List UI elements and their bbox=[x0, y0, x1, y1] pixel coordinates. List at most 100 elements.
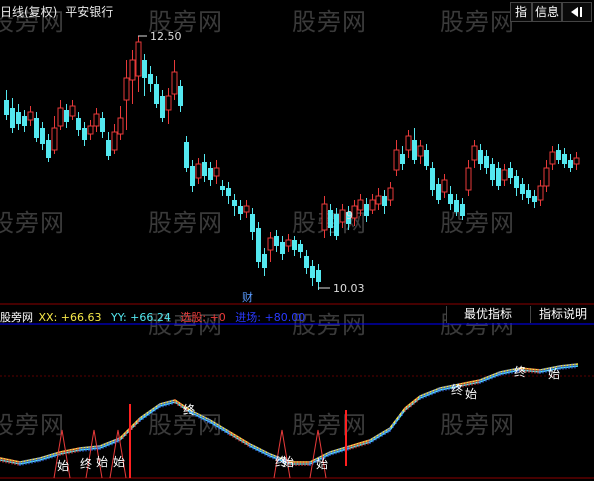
candle-body bbox=[243, 205, 250, 213]
explain-label: 指标说明 bbox=[538, 307, 587, 321]
candle-body bbox=[184, 142, 189, 168]
candle-body bbox=[213, 167, 220, 177]
candle-body bbox=[262, 254, 267, 268]
candle-body bbox=[106, 140, 111, 156]
signal-start-label: 始 bbox=[96, 455, 108, 469]
candle-body bbox=[387, 187, 394, 201]
candle-body bbox=[543, 167, 550, 187]
candle-body bbox=[100, 118, 105, 132]
candle-body bbox=[117, 117, 124, 135]
candle-body bbox=[135, 41, 142, 77]
candle-body bbox=[537, 185, 544, 201]
candle-body bbox=[57, 107, 64, 127]
candle-body bbox=[369, 199, 376, 211]
candle-body bbox=[316, 270, 321, 282]
optimize-label: 最优指标 bbox=[463, 307, 512, 321]
candle-body bbox=[171, 71, 178, 95]
kline-chart[interactable]: 12.50 10.03 9 财 始终始始终终始 始终 始终始 bbox=[0, 0, 594, 481]
signal-start-label: 始 bbox=[282, 455, 294, 469]
candle-body bbox=[328, 210, 333, 228]
candle-body bbox=[129, 59, 136, 81]
signal-start-label: 始 bbox=[548, 367, 560, 381]
candle-body bbox=[484, 156, 489, 168]
candle-body bbox=[496, 168, 501, 186]
candle-body bbox=[334, 214, 339, 236]
candle-body bbox=[208, 168, 213, 180]
indicator-info: 股旁网 XX: +66.63 YY: +66.24 选股: +0 进场: +80… bbox=[0, 309, 305, 325]
event-marker: 财 bbox=[242, 290, 253, 304]
indicator-name: 股旁网 bbox=[0, 311, 33, 324]
candle-body bbox=[16, 112, 21, 124]
candle-body bbox=[123, 77, 130, 101]
indicator-explain-button[interactable]: 指标说明 bbox=[530, 306, 594, 323]
candle-body bbox=[87, 125, 94, 135]
candle-body bbox=[64, 110, 69, 122]
candle-body bbox=[82, 128, 87, 140]
candle-body bbox=[190, 166, 195, 186]
candle-body bbox=[154, 84, 159, 104]
signal-start-label: 始 bbox=[465, 387, 477, 401]
low-label: 10.03 bbox=[333, 282, 365, 295]
candle-body bbox=[321, 203, 328, 231]
candle-body bbox=[4, 100, 9, 115]
candle-body bbox=[232, 200, 237, 206]
candle-body bbox=[364, 204, 369, 216]
candle-body bbox=[142, 60, 147, 78]
candle-body bbox=[465, 167, 472, 191]
candle-body bbox=[441, 179, 448, 193]
candle-body bbox=[436, 184, 441, 200]
candle-body bbox=[195, 163, 202, 179]
candle-body bbox=[34, 118, 39, 138]
candle-body bbox=[250, 214, 255, 232]
signal-spike bbox=[273, 429, 291, 479]
candle-body bbox=[160, 96, 165, 118]
signal-end-label: 终 bbox=[451, 382, 463, 397]
signal-end-label: 终 bbox=[183, 402, 195, 417]
candle-body bbox=[220, 186, 225, 190]
candle-body bbox=[69, 105, 76, 117]
candle-body bbox=[304, 256, 309, 268]
high-label: 12.50 bbox=[150, 30, 182, 43]
candle-body bbox=[310, 266, 315, 278]
candle-body bbox=[46, 140, 51, 158]
candle-body bbox=[490, 164, 495, 180]
candle-body bbox=[10, 108, 15, 128]
candle-body bbox=[520, 184, 525, 194]
signal-end-label: 终 bbox=[80, 456, 92, 471]
candle-body bbox=[178, 86, 183, 106]
candle-body bbox=[202, 162, 207, 176]
mid-price-label: 9 bbox=[346, 209, 353, 222]
candle-body bbox=[568, 160, 573, 168]
candle-body bbox=[274, 236, 279, 246]
ext-value: 进场: +80.00 bbox=[235, 311, 306, 324]
candle-body bbox=[508, 168, 513, 178]
candle-body bbox=[292, 240, 297, 250]
candles-group bbox=[4, 36, 580, 290]
candle-body bbox=[417, 145, 424, 157]
xx-line bbox=[0, 363, 579, 463]
candle-body bbox=[556, 150, 561, 160]
candle-body bbox=[514, 176, 519, 188]
candle-body bbox=[165, 95, 172, 111]
candle-body bbox=[22, 116, 27, 126]
candle-body bbox=[405, 135, 412, 151]
candle-body bbox=[460, 204, 465, 216]
candle-body bbox=[285, 239, 292, 247]
candle-body bbox=[573, 157, 580, 165]
candle-body bbox=[471, 145, 478, 161]
candle-body bbox=[501, 169, 508, 181]
signal-start-label: 始 bbox=[57, 459, 69, 473]
candle-body bbox=[111, 131, 118, 151]
candle-body bbox=[400, 154, 405, 164]
signal-end-label: 终 bbox=[514, 364, 526, 379]
candle-body bbox=[76, 118, 81, 130]
candle-body bbox=[412, 140, 417, 160]
optimize-indicator-button[interactable]: 最优指标 bbox=[446, 306, 529, 323]
candle-body bbox=[27, 111, 34, 121]
candle-body bbox=[339, 209, 346, 223]
candle-body bbox=[51, 127, 58, 151]
candle-body bbox=[424, 150, 429, 166]
candle-body bbox=[454, 200, 459, 212]
xx-value: XX: +66.63 bbox=[38, 311, 102, 324]
candle-body bbox=[382, 196, 387, 206]
